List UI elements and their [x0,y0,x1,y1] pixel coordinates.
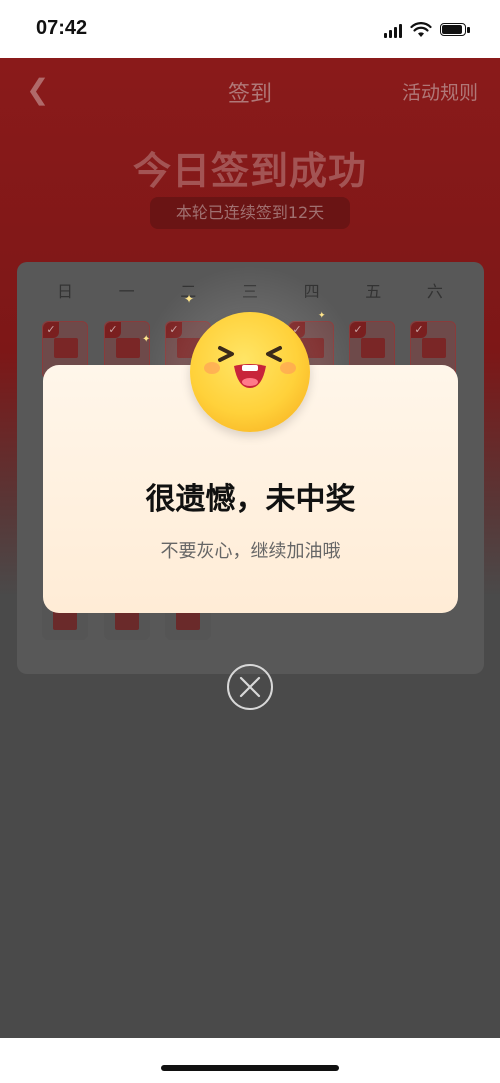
check-icon: ✓ [411,322,427,338]
gift-icon [422,338,446,358]
laughing-face-icon [190,312,310,432]
sign-in-screen: 07:42 ❮ 签到 活动规则 今日签到成功 本轮已连续签到12天 日 一 二 … [0,0,500,1083]
gift-icon [54,338,78,358]
dialog-message: 不要灰心，继续加油哦 [160,541,341,562]
gift-icon [361,338,385,358]
streak-badge: 本轮已连续签到12天 [150,197,350,229]
home-indicator[interactable] [161,1065,339,1071]
gift-icon [53,610,77,630]
status-time: 07:42 [36,17,88,39]
sign-success-title: 今日签到成功 [132,149,367,193]
activity-rules-link[interactable]: 活动规则 [402,78,478,105]
check-icon: ✓ [43,322,59,338]
signal-icon [384,22,402,38]
gift-icon [116,338,140,358]
dialog-title: 很遗憾，未中奖 [145,482,356,517]
wifi-icon [410,22,432,37]
sparkle-icon: ✦ [318,311,326,321]
face-features [204,346,296,388]
status-bar: 07:42 [0,0,500,58]
status-icons [384,20,472,40]
weekday-label: 五 [365,282,382,301]
close-button[interactable] [227,664,273,710]
sparkle-icon: ✦ [184,292,195,306]
home-area [0,1038,500,1083]
battery-icon [440,22,472,38]
weekday-label: 一 [118,282,135,301]
check-icon: ✓ [105,322,121,338]
check-icon: ✓ [350,322,366,338]
weekday-label: 日 [56,282,73,301]
close-icon [239,676,261,698]
weekday-label: 六 [426,282,443,301]
sparkle-icon: ✦ [142,334,151,345]
gift-icon [176,610,200,630]
gift-icon [115,610,139,630]
